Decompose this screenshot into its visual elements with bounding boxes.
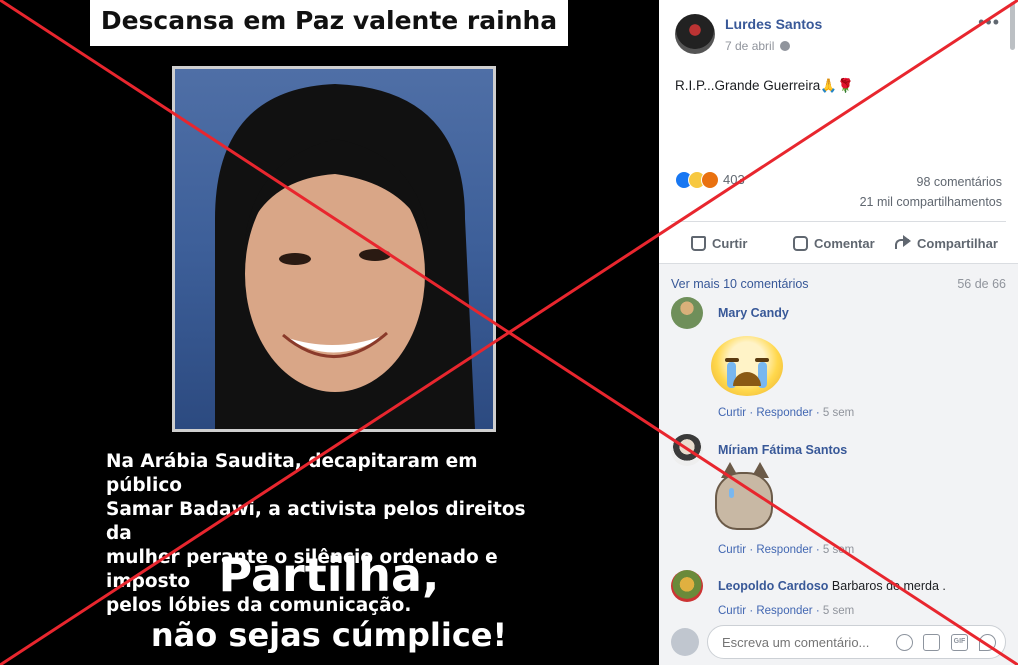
comments-count[interactable]: 98 comentários — [917, 175, 1002, 189]
comment-time[interactable]: 5 sem — [823, 605, 854, 617]
comment-text: Barbaros de merda . — [831, 579, 946, 593]
share-button[interactable]: Compartilhar — [895, 232, 998, 254]
reactions-count: 403 — [723, 172, 745, 187]
caption-line: Na Arábia Saudita, decapitaram em públic… — [106, 451, 478, 496]
commenter-name[interactable]: Leopoldo Cardoso — [718, 579, 828, 593]
comment-actions: Curtir · Responder · 5 sem — [718, 605, 855, 617]
gif-icon[interactable]: GIF — [951, 634, 968, 651]
post-text: R.I.P...Grande Guerreira🙏🌹 — [675, 78, 854, 93]
commenter-name-with-text: Leopoldo Cardoso Barbaros de merda . — [718, 579, 946, 593]
avatar[interactable] — [671, 297, 703, 329]
current-user-avatar — [671, 628, 699, 656]
comment-input-box[interactable]: GIF — [707, 625, 1006, 659]
thumbs-up-icon — [691, 235, 706, 251]
comment-time[interactable]: 5 sem — [823, 544, 854, 556]
comment-button-label: Comentar — [814, 235, 875, 251]
author-name[interactable]: Lurdes Santos — [725, 16, 822, 32]
poster-cta-not-complicit: não sejas cúmplice! — [150, 616, 508, 654]
like-button[interactable]: Curtir — [691, 232, 747, 254]
caption-line: Samar Badawi, a activista pelos direitos… — [106, 499, 526, 544]
commenter-name[interactable]: Mary Candy — [718, 306, 789, 320]
more-options-icon[interactable]: ••• — [978, 12, 1000, 33]
share-arrow-icon — [895, 235, 911, 250]
divider — [671, 221, 1006, 222]
poster-cta-share: Partilha, — [218, 548, 440, 602]
like-button-label: Curtir — [712, 235, 748, 251]
commenter-name[interactable]: Míriam Fátima Santos — [718, 443, 847, 457]
portrait-illustration — [215, 84, 475, 429]
scrollbar[interactable] — [1010, 2, 1015, 50]
comment-actions: Curtir · Responder · 5 sem — [718, 407, 855, 419]
avatar[interactable] — [671, 434, 703, 466]
comment-reply-link[interactable]: Responder — [756, 407, 812, 419]
comment-actions: Curtir · Responder · 5 sem — [718, 544, 855, 556]
comment-like-link[interactable]: Curtir — [718, 544, 746, 556]
comment-time[interactable]: 5 sem — [823, 407, 854, 419]
comment-button[interactable]: Comentar — [793, 232, 875, 254]
post-sidebar: Lurdes Santos 7 de abril ••• R.I.P...Gra… — [659, 0, 1018, 665]
comment-reply-link[interactable]: Responder — [756, 544, 812, 556]
share-button-label: Compartilhar — [917, 235, 998, 251]
comment-reply-link[interactable]: Responder — [756, 605, 812, 617]
comment-like-link[interactable]: Curtir — [718, 407, 746, 419]
post-date[interactable]: 7 de abril — [725, 39, 774, 53]
author-avatar[interactable] — [675, 14, 715, 54]
crying-face-sticker — [711, 336, 783, 396]
poster-title: Descansa em Paz valente rainha — [100, 6, 558, 35]
sticker-icon[interactable] — [979, 634, 996, 651]
portrait-photo — [172, 66, 496, 432]
shares-count[interactable]: 21 mil compartilhamentos — [860, 195, 1002, 209]
post-image-area[interactable]: Descansa em Paz valente rainha Na Arábia… — [0, 0, 659, 665]
avatar[interactable] — [671, 570, 703, 602]
crying-cat-sticker — [711, 460, 777, 534]
comment-like-link[interactable]: Curtir — [718, 605, 746, 617]
emoji-icon[interactable] — [896, 634, 913, 651]
camera-icon[interactable] — [923, 634, 940, 651]
angry-reaction-icon — [701, 171, 719, 189]
shared-poster-image[interactable]: Descansa em Paz valente rainha Na Arábia… — [90, 0, 568, 665]
globe-icon — [780, 41, 791, 51]
comment-bubble-icon — [793, 235, 808, 251]
comments-pager: 56 de 66 — [957, 277, 1006, 291]
post-meta: 7 de abril — [725, 39, 791, 53]
comment-input[interactable] — [720, 634, 884, 651]
view-more-comments-link[interactable]: Ver mais 10 comentários — [671, 277, 809, 291]
